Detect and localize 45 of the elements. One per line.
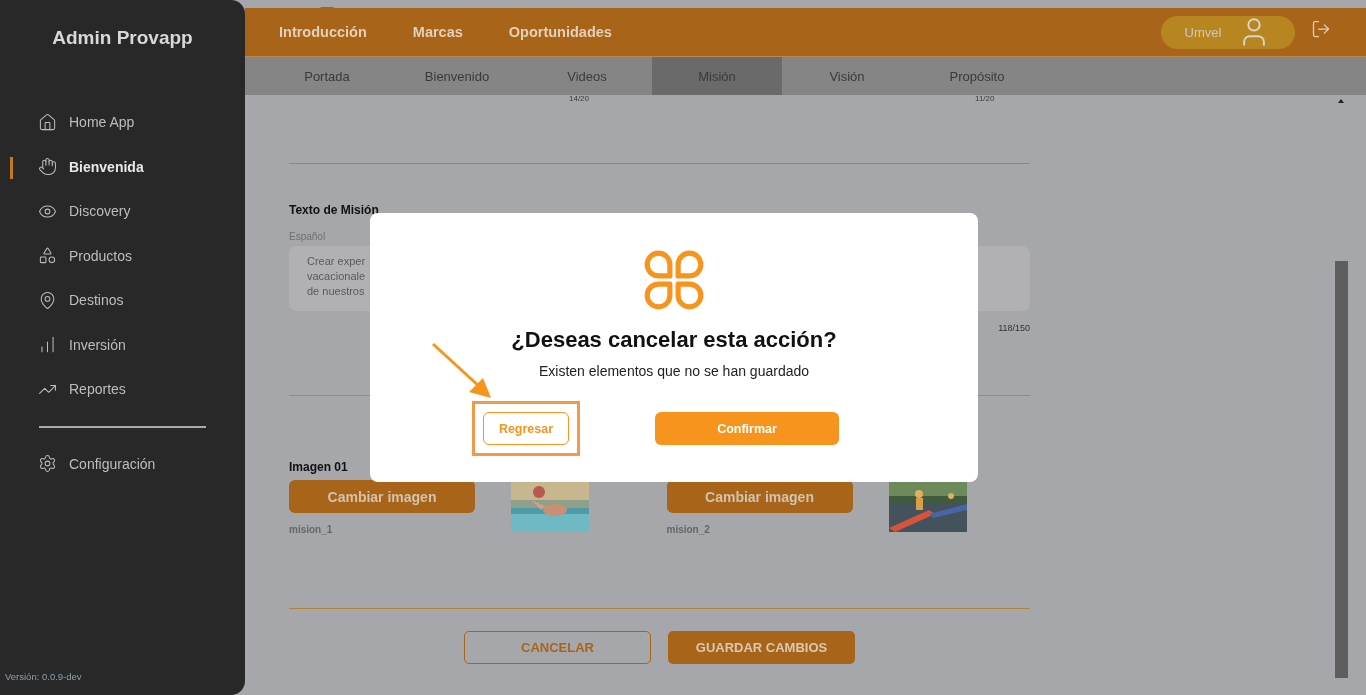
sidebar-item[interactable]: Reportes [0, 367, 245, 412]
bar-chart-icon [38, 335, 57, 355]
top-nav-tab[interactable]: Marcas [412, 24, 463, 40]
sidebar-item[interactable]: Home App [0, 100, 245, 145]
top-nav-tab[interactable]: Oportunidades [508, 24, 612, 40]
hand-icon [38, 157, 57, 177]
user-menu[interactable]: Umvel [1161, 15, 1295, 49]
sidebar-item[interactable]: Bienvenida [0, 144, 245, 189]
character-counter: 118/150 [997, 323, 1030, 333]
sidebar-item[interactable]: Destinos [0, 278, 245, 323]
sub-tab[interactable]: Propósito [912, 57, 1042, 95]
scrollbar-thumb[interactable] [1335, 261, 1348, 678]
shapes-icon [38, 246, 57, 266]
pointer-arrow [431, 342, 493, 400]
language-label: Español [289, 231, 327, 242]
dialog-title: ¿Deseas cancelar esta acción? [511, 327, 837, 353]
sidebar-item[interactable]: Productos [0, 233, 245, 278]
home-icon [38, 112, 57, 132]
back-button[interactable]: Regresar [483, 412, 569, 445]
sub-tab[interactable]: Videos [522, 57, 652, 95]
settings-icon [38, 454, 57, 474]
map-pin-icon [38, 290, 57, 310]
save-button[interactable]: GUARDAR CAMBIOS [668, 631, 855, 664]
change-image-button[interactable]: Cambiar imagen [289, 480, 475, 513]
sub-tab[interactable]: Visión [782, 57, 912, 95]
sidebar-item[interactable]: Inversión [0, 322, 245, 367]
sidebar-item[interactable]: Discovery [0, 189, 245, 234]
version-label: Versión: 0.0.9-dev [4, 671, 83, 684]
section-title: Texto de Misión [289, 203, 380, 217]
sub-tab[interactable]: Bienvenido [392, 57, 522, 95]
sub-tab[interactable]: Portada [262, 57, 392, 95]
logout-icon[interactable] [1311, 19, 1331, 39]
dialog-message: Existen elementos que no se han guardado [538, 363, 810, 379]
file-name: mision_1 [289, 524, 334, 535]
character-counter: 14/20 [569, 95, 590, 103]
confirm-button[interactable]: Confirmar [655, 412, 839, 445]
top-nav-tab[interactable]: Introducción [279, 24, 367, 40]
change-image-button[interactable]: Cambiar imagen [666, 480, 853, 513]
character-counter: 11/20 [975, 95, 995, 103]
file-name: mision_2 [666, 524, 711, 535]
sidebar-item[interactable]: Configuración [0, 441, 245, 486]
active-indicator [10, 156, 13, 179]
cancel-button[interactable]: CANCELAR [464, 631, 651, 664]
section-title: Imagen 01 [289, 460, 349, 474]
app-title: Admin Provapp [51, 26, 194, 50]
